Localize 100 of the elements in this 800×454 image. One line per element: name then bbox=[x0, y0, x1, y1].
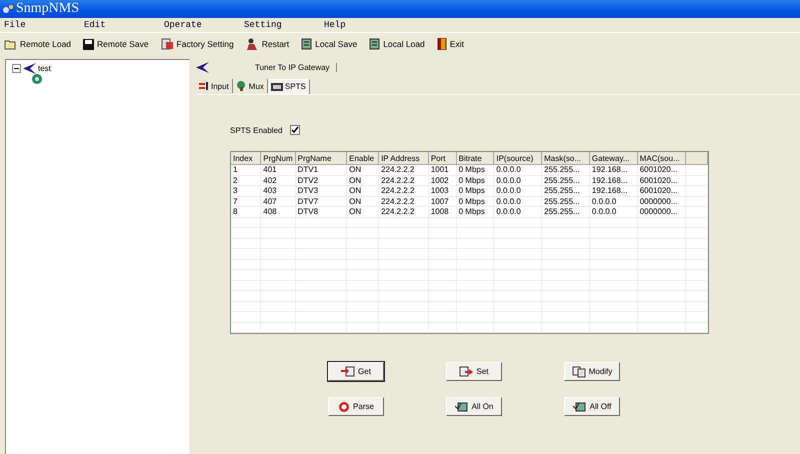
table-cell: 402 bbox=[260, 175, 296, 186]
column-header[interactable]: Bitrate bbox=[456, 152, 494, 164]
document-arrow-icon bbox=[341, 366, 356, 377]
table-cell: 224.2.2.2 bbox=[378, 164, 428, 175]
table-cell: DTV1 bbox=[295, 164, 347, 175]
card-icon bbox=[270, 82, 283, 90]
column-header[interactable]: PrgNum bbox=[260, 152, 296, 164]
command-button[interactable]: Parse bbox=[328, 397, 384, 416]
table-cell: 255.255... bbox=[542, 196, 590, 206]
table-cell: DTV2 bbox=[295, 175, 347, 186]
device-tab[interactable]: Tuner To IP Gateway bbox=[209, 62, 337, 72]
arrow-icon bbox=[196, 62, 209, 72]
tab[interactable]: SPTS bbox=[268, 78, 310, 94]
arrow-icon bbox=[23, 63, 36, 74]
table-cell: 1002 bbox=[428, 175, 456, 186]
toolbar-button[interactable]: Factory Setting bbox=[160, 38, 234, 50]
table-cell: 407 bbox=[260, 196, 296, 206]
table-cell: 1001 bbox=[428, 164, 456, 175]
table-cell: 1 bbox=[231, 164, 261, 175]
monitor-icon bbox=[572, 400, 587, 412]
column-header[interactable]: PrgName bbox=[295, 152, 347, 164]
checkbox-label: SPTS Enabled bbox=[230, 126, 282, 134]
table-cell: 224.2.2.2 bbox=[378, 196, 428, 206]
column-header[interactable]: Mask(so... bbox=[542, 152, 590, 164]
toolbar-button[interactable]: Local Load bbox=[369, 38, 425, 50]
column-header[interactable]: IP(source) bbox=[494, 152, 542, 164]
table-cell: 401 bbox=[260, 164, 296, 175]
tab[interactable]: Input bbox=[196, 79, 233, 93]
door-icon bbox=[436, 38, 447, 50]
table-cell: DTV7 bbox=[295, 196, 347, 206]
table-cell: 224.2.2.2 bbox=[378, 206, 428, 217]
table-cell: ON bbox=[346, 206, 379, 217]
document-icon bbox=[160, 38, 174, 50]
menu-item[interactable]: File bbox=[4, 20, 84, 30]
command-button[interactable]: Set bbox=[446, 362, 502, 381]
table-cell: 255.255... bbox=[542, 175, 590, 186]
column-header[interactable]: Port bbox=[428, 152, 456, 164]
table-cell: DTV8 bbox=[295, 206, 347, 217]
table-cell: 192.168... bbox=[589, 164, 638, 175]
table-cell: 1007 bbox=[428, 196, 456, 206]
menu-item[interactable]: Setting bbox=[244, 20, 324, 30]
table-cell: 0 Mbps bbox=[456, 186, 494, 196]
toolbar-button[interactable]: Local Save bbox=[301, 38, 358, 50]
column-header[interactable]: MAC(sou... bbox=[637, 152, 686, 164]
table-cell: DTV3 bbox=[295, 186, 347, 196]
table-cell: ON bbox=[346, 196, 379, 206]
table-cell: 7 bbox=[231, 196, 261, 206]
menu-item[interactable]: Operate bbox=[164, 20, 244, 30]
command-button[interactable]: All On bbox=[446, 397, 502, 416]
table-cell: 0.0.0.0 bbox=[494, 206, 542, 217]
toolbar-button[interactable]: Restart bbox=[246, 38, 290, 50]
command-button[interactable]: Modify bbox=[564, 362, 620, 381]
tab[interactable]: Mux bbox=[232, 79, 268, 93]
command-button[interactable]: All Off bbox=[564, 397, 620, 416]
table-cell: 6001020... bbox=[637, 164, 686, 175]
documents-icon bbox=[572, 366, 586, 378]
column-header[interactable]: IP Address bbox=[378, 152, 428, 164]
table-cell: 192.168... bbox=[589, 186, 638, 196]
table-cell: 6001020... bbox=[637, 186, 686, 196]
toolbar-button[interactable]: Remote Load bbox=[4, 38, 72, 50]
checkbox[interactable] bbox=[290, 125, 300, 135]
table-cell: 192.168... bbox=[589, 175, 638, 186]
table-cell: 0 Mbps bbox=[456, 206, 494, 217]
tree-icon bbox=[236, 81, 247, 91]
database-icon bbox=[369, 38, 380, 50]
app-icon bbox=[2, 3, 14, 15]
table-cell: 0000000... bbox=[637, 206, 686, 217]
figure-icon bbox=[246, 38, 259, 50]
table-cell: ON bbox=[346, 186, 379, 196]
table-cell: 408 bbox=[260, 206, 296, 217]
table-cell: 0.0.0.0 bbox=[494, 186, 542, 196]
command-button[interactable]: Get bbox=[328, 362, 384, 381]
table-cell: 1003 bbox=[428, 186, 456, 196]
monitor-icon bbox=[454, 400, 469, 412]
power-icon bbox=[338, 400, 350, 412]
column-header[interactable]: Gateway... bbox=[589, 152, 638, 164]
table-cell: 255.255... bbox=[542, 164, 590, 175]
table-cell: ON bbox=[346, 164, 379, 175]
table-cell: 403 bbox=[260, 186, 296, 196]
table-cell: 255.255... bbox=[542, 206, 590, 217]
menu-item[interactable]: Help bbox=[324, 20, 404, 30]
column-header[interactable]: Enable bbox=[346, 152, 379, 164]
toolbar-button[interactable]: Exit bbox=[436, 38, 464, 50]
menu-item[interactable]: Edit bbox=[84, 20, 164, 30]
globe-icon bbox=[32, 74, 42, 84]
table-cell: 2 bbox=[231, 175, 261, 186]
table-cell: ON bbox=[346, 175, 379, 186]
table-cell: 224.2.2.2 bbox=[378, 186, 428, 196]
table-cell: 0.0.0.0 bbox=[494, 164, 542, 175]
window-title: SnmpNMS bbox=[16, 1, 80, 17]
table-cell: 0.0.0.0 bbox=[589, 196, 638, 206]
document-arrow-icon bbox=[459, 366, 474, 377]
table-cell: 0.0.0.0 bbox=[494, 175, 542, 186]
tree-item[interactable]: test bbox=[38, 64, 51, 73]
collapse-toggle[interactable] bbox=[12, 64, 21, 73]
folder-icon bbox=[4, 38, 17, 50]
table-cell: 224.2.2.2 bbox=[378, 175, 428, 186]
toolbar-button[interactable]: Remote Save bbox=[83, 38, 149, 50]
column-header[interactable]: Index bbox=[231, 152, 261, 164]
table-cell: 6001020... bbox=[637, 175, 686, 186]
